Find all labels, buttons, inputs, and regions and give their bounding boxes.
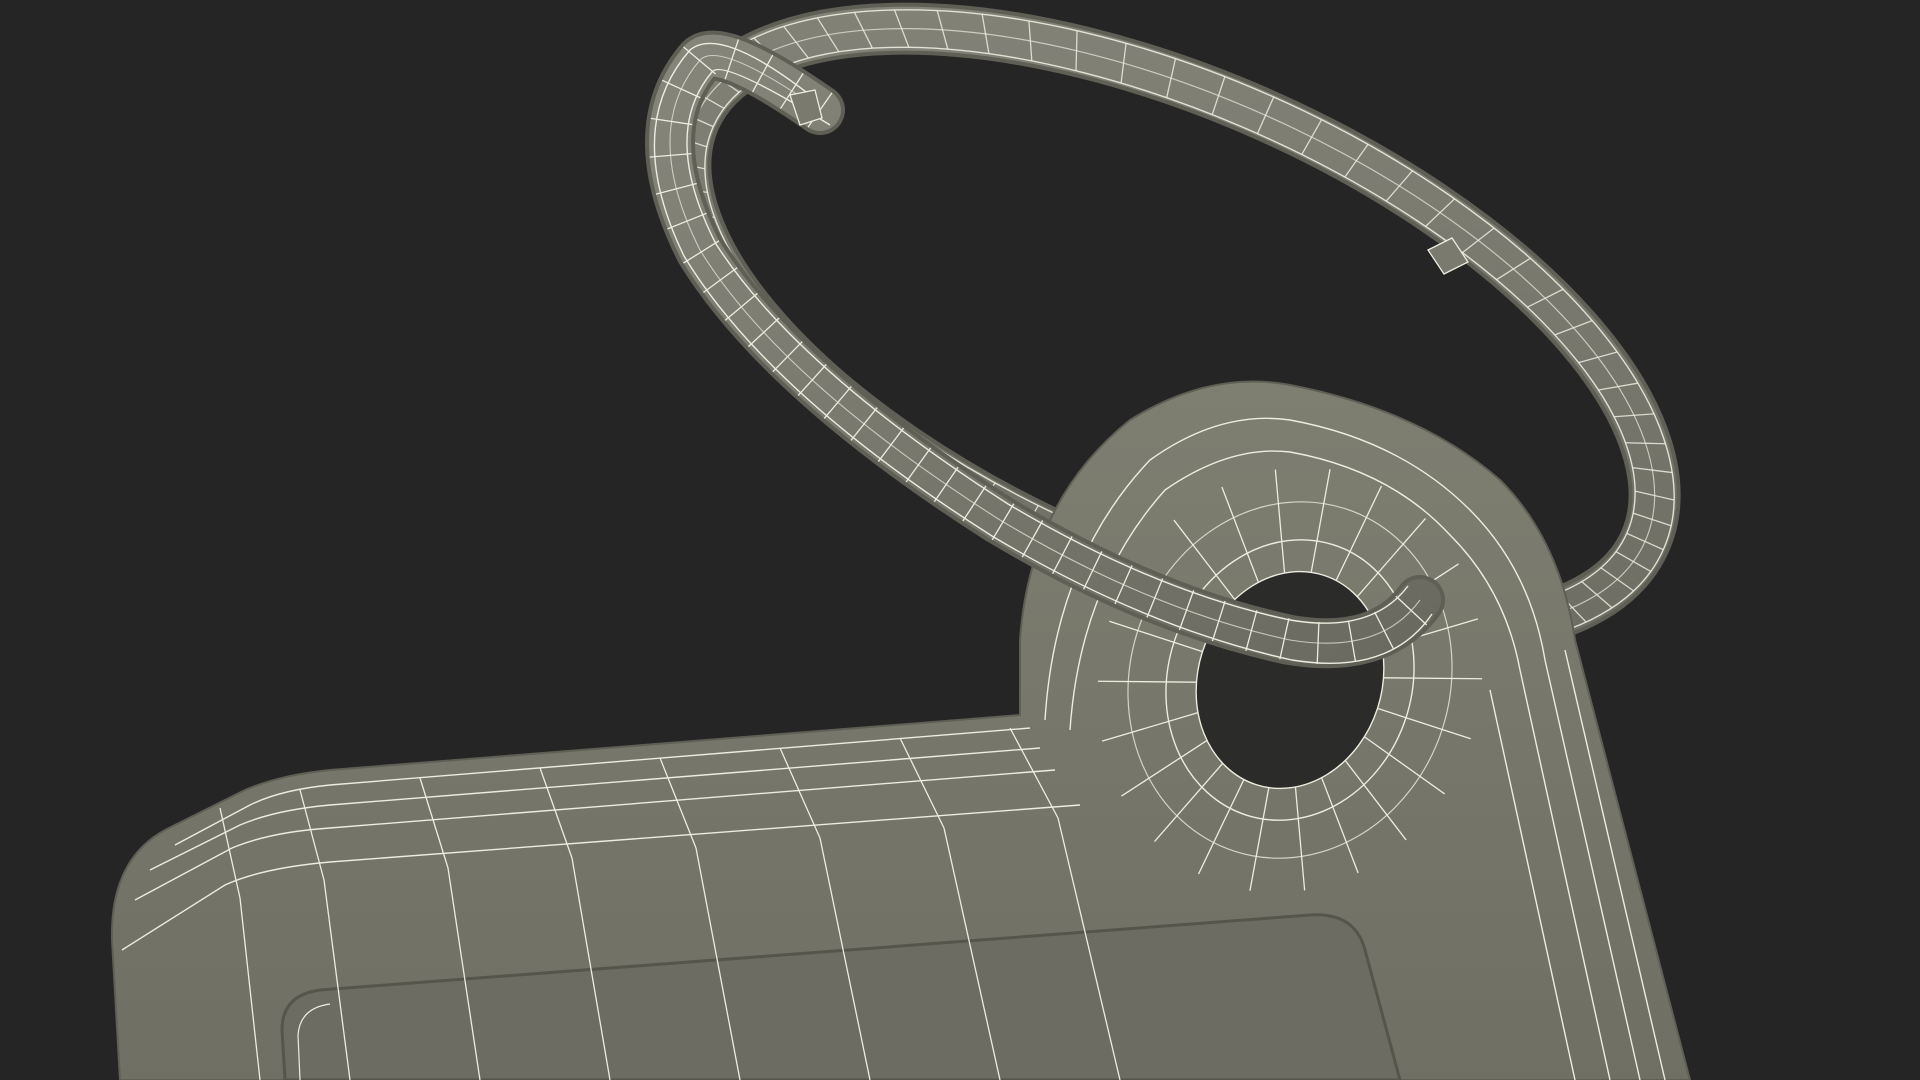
eye-wire-edge — [1383, 677, 1483, 680]
eye-wire-edge — [1097, 680, 1197, 683]
render-viewport[interactable] — [0, 0, 1920, 1080]
wireframe-scene — [110, 2, 1692, 1080]
key-tag-body — [110, 380, 1692, 1080]
